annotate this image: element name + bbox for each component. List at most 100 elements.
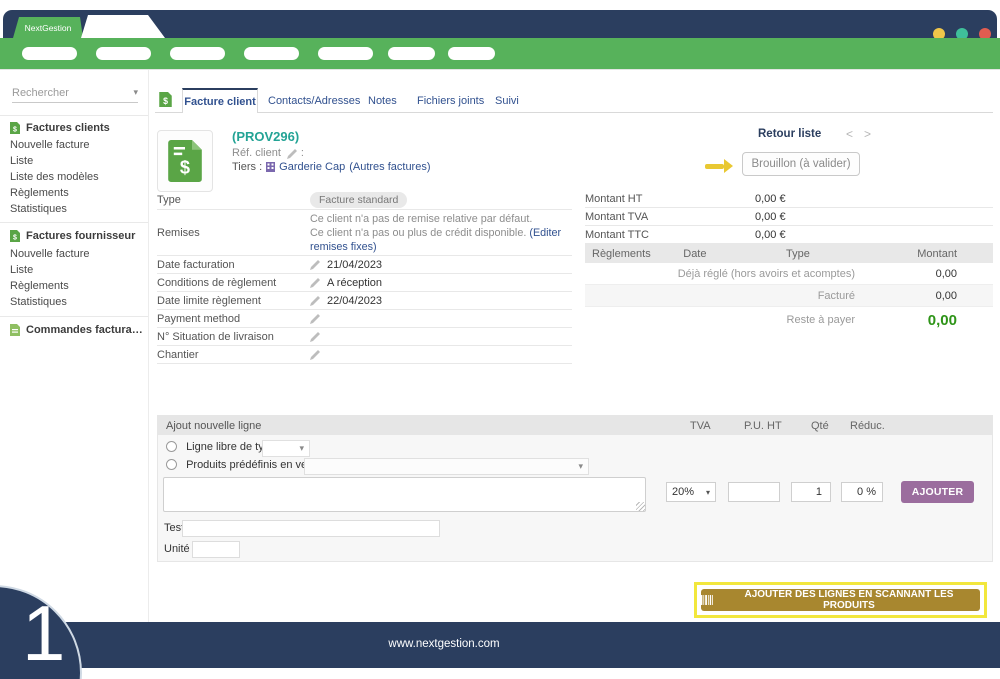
- title-bar: NextGestion: [3, 10, 997, 38]
- edit-pencil-icon[interactable]: [310, 331, 321, 342]
- row-value: 22/04/2023: [327, 295, 382, 307]
- edit-pencil-icon[interactable]: [310, 259, 321, 270]
- table-row-date-limite: Date limite règlement 22/04/2023: [157, 292, 572, 310]
- col-type: Type: [739, 248, 857, 260]
- row-value: 0,00 €: [755, 211, 786, 223]
- next-chevron-icon[interactable]: >: [864, 127, 871, 141]
- tva-select[interactable]: 20% ▾: [666, 482, 716, 502]
- edit-pencil-icon[interactable]: [287, 148, 298, 159]
- back-to-list-link[interactable]: Retour liste: [758, 128, 834, 140]
- tab-notes[interactable]: Notes: [368, 95, 397, 107]
- invoice-icon: $: [10, 230, 20, 242]
- highlight-arrow-icon: [705, 159, 733, 173]
- edit-pencil-icon[interactable]: [310, 295, 321, 306]
- tiers-row: Tiers : Garderie Cap (Autres factures): [232, 161, 431, 173]
- resize-grip[interactable]: [636, 502, 645, 511]
- divider: [0, 222, 148, 223]
- free-line-type-select[interactable]: ▾: [262, 440, 310, 457]
- radio-free-line[interactable]: [166, 441, 177, 452]
- invoice-icon: $: [10, 122, 20, 134]
- product-select[interactable]: ▾: [304, 458, 589, 475]
- table-row-chantier: Chantier: [157, 346, 572, 364]
- table-row-conditions: Conditions de règlement A réception: [157, 274, 572, 292]
- chevron-down-icon: ▾: [706, 488, 710, 497]
- row-reste-a-payer: Reste à payer 0,00: [585, 307, 993, 333]
- sidebar-item-fournisseur-liste[interactable]: Liste: [10, 264, 33, 276]
- sidebar-section-factures-fournisseur[interactable]: $ Factures fournisseur: [10, 230, 135, 242]
- row-label: Date limite règlement: [157, 295, 310, 307]
- row-value: 0,00: [855, 268, 993, 280]
- ref-client-colon: :: [301, 147, 304, 159]
- brand-tab[interactable]: NextGestion: [13, 17, 83, 38]
- section-title: Factures clients: [26, 122, 110, 134]
- tiers-link[interactable]: Garderie Cap: [279, 161, 345, 173]
- row-value: 21/04/2023: [327, 259, 382, 271]
- sidebar-item-liste[interactable]: Liste: [10, 155, 33, 167]
- sidebar-item-fournisseur-reglements[interactable]: Règlements: [10, 280, 69, 292]
- browser-tab-blank[interactable]: [81, 15, 165, 38]
- tabs-underline: [155, 112, 993, 113]
- menu-placeholder-2[interactable]: [96, 47, 151, 60]
- radio-products-row: Produits prédéfinis en vente: [166, 459, 322, 471]
- unit-input[interactable]: [192, 541, 240, 558]
- pu-ht-input[interactable]: [728, 482, 780, 502]
- scan-products-button[interactable]: AJOUTER DES LIGNES EN SCANNANT LES PRODU…: [701, 589, 980, 611]
- row-value: A réception: [327, 277, 382, 289]
- test-input[interactable]: [182, 520, 440, 537]
- tab-facture-client[interactable]: Facture client: [182, 88, 258, 113]
- search-placeholder: Rechercher: [12, 87, 69, 99]
- row-value: 0,00 €: [755, 229, 786, 241]
- search-input[interactable]: Rechercher ▾: [12, 83, 138, 103]
- table-row-type: Type Facture standard: [157, 190, 572, 210]
- footer-url: www.nextgestion.com: [388, 638, 499, 650]
- row-value: 0,00: [855, 290, 993, 302]
- sidebar-item-fournisseur-statistiques[interactable]: Statistiques: [10, 296, 67, 308]
- add-line-header: Ajout nouvelle ligne TVA P.U. HT Qté Réd…: [158, 416, 992, 435]
- remises-line2: Ce client n'a pas ou plus de crédit disp…: [310, 227, 526, 239]
- section-title: Commandes factura…: [26, 324, 143, 336]
- chevron-down-icon: ▾: [133, 87, 138, 98]
- qty-input[interactable]: [791, 482, 831, 502]
- menu-placeholder-1[interactable]: [22, 47, 77, 60]
- status-badge-draft[interactable]: Brouillon (à valider): [742, 152, 860, 176]
- sidebar-item-nouvelle-facture[interactable]: Nouvelle facture: [10, 139, 90, 151]
- edit-pencil-icon[interactable]: [310, 277, 321, 288]
- menu-placeholder-7[interactable]: [448, 47, 495, 60]
- sidebar-item-statistiques[interactable]: Statistiques: [10, 203, 67, 215]
- divider: [0, 316, 148, 317]
- reduc-input[interactable]: [841, 482, 883, 502]
- menu-placeholder-6[interactable]: [388, 47, 435, 60]
- sidebar-item-fournisseur-nouvelle-facture[interactable]: Nouvelle facture: [10, 248, 90, 260]
- svg-text:$: $: [180, 158, 190, 178]
- tab-suivi[interactable]: Suivi: [495, 95, 519, 107]
- row-label: Reste à payer: [787, 314, 855, 326]
- edit-pencil-icon[interactable]: [310, 349, 321, 360]
- type-badge: Facture standard: [310, 192, 407, 208]
- menu-placeholder-3[interactable]: [170, 47, 225, 60]
- document-icon: [10, 324, 20, 336]
- tab-contacts-adresses[interactable]: Contacts/Adresses: [268, 95, 360, 107]
- line-description-textarea[interactable]: [163, 477, 646, 512]
- tab-fichiers-joints[interactable]: Fichiers joints: [417, 95, 484, 107]
- sidebar-section-factures-clients[interactable]: $ Factures clients: [10, 122, 110, 134]
- row-label: Chantier: [157, 349, 310, 361]
- sidebar-section-commandes[interactable]: Commandes factura…: [10, 324, 143, 336]
- invoice-thumbnail-card: $: [157, 130, 213, 192]
- row-label: Date facturation: [157, 259, 310, 271]
- ajouter-button[interactable]: AJOUTER: [901, 481, 974, 503]
- menu-placeholder-4[interactable]: [244, 47, 299, 60]
- sidebar-item-reglements[interactable]: Règlements: [10, 187, 69, 199]
- invoice-ref: (PROV296): [232, 129, 299, 144]
- menu-placeholder-5[interactable]: [318, 47, 373, 60]
- amounts-table: Montant HT 0,00 € Montant TVA 0,00 € Mon…: [585, 190, 993, 333]
- prev-chevron-icon[interactable]: <: [846, 127, 853, 141]
- radio-products[interactable]: [166, 459, 177, 470]
- radio-free-line-row: Ligne libre de type: [166, 441, 276, 453]
- row-label: Montant TVA: [585, 211, 755, 223]
- add-line-section: Ajout nouvelle ligne TVA P.U. HT Qté Réd…: [157, 415, 993, 562]
- row-label: N° Situation de livraison: [157, 331, 310, 343]
- edit-pencil-icon[interactable]: [310, 313, 321, 324]
- row-label: Type: [157, 194, 310, 206]
- sidebar-item-liste-modeles[interactable]: Liste des modèles: [10, 171, 99, 183]
- brand-label: NextGestion: [25, 23, 72, 33]
